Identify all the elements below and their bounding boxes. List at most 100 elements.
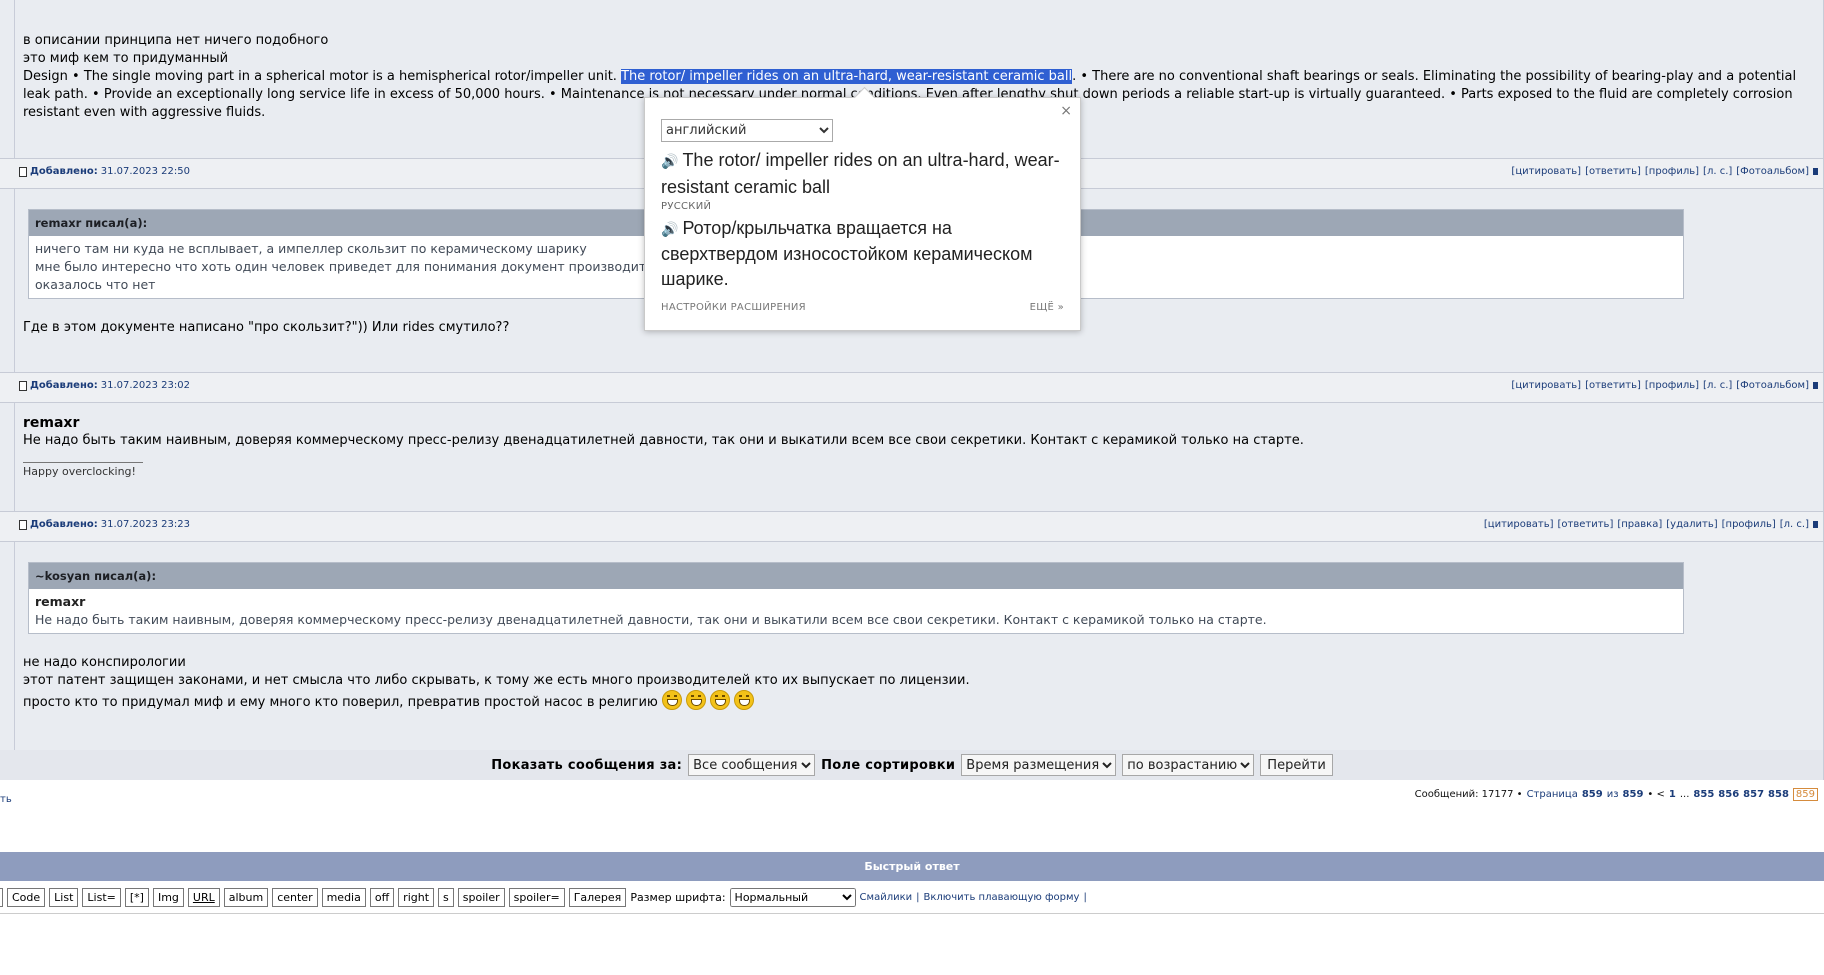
page-link-855[interactable]: 855 [1693, 789, 1714, 800]
post-2-date: 31.07.2023 23:02 [100, 380, 190, 391]
quote-author: ~kosyan писал(а): [29, 563, 1683, 589]
post-2-area: remaxr Не надо быть таким наивным, довер… [0, 403, 1824, 511]
source-language-select[interactable]: английский [661, 119, 833, 142]
more-link[interactable]: ЕЩЁ » [1030, 302, 1064, 313]
page-link-858[interactable]: 858 [1768, 789, 1789, 800]
post-2-meta: Добавлено: 31.07.2023 23:02 [19, 380, 190, 391]
profile-link[interactable]: [профиль] [1645, 380, 1699, 391]
post-2-body: remaxr Не надо быть таким наивным, довер… [23, 414, 1804, 481]
quote-link[interactable]: [цитировать] [1511, 166, 1581, 177]
floating-form-link[interactable]: Включить плавающую форму [924, 892, 1080, 903]
off-button[interactable]: off [369, 887, 395, 907]
post-marker-icon [1813, 521, 1818, 528]
img-button[interactable]: Img [152, 887, 184, 907]
total-pages: 859 [1622, 789, 1644, 800]
page-current-859: 859 [1792, 788, 1818, 801]
page-word: Страница [1526, 789, 1578, 800]
edit-link[interactable]: [правка] [1617, 519, 1662, 530]
post-3-header: Добавлено: 31.07.2023 23:23 [цитировать] … [0, 511, 1824, 542]
close-icon[interactable]: × [1060, 103, 1072, 119]
post-1-date: 31.07.2023 22:50 [100, 166, 190, 177]
quote-link[interactable]: [цитировать] [1511, 380, 1581, 391]
album-link[interactable]: [Фотоальбом] [1736, 380, 1809, 391]
album-link[interactable]: [Фотоальбом] [1736, 166, 1809, 177]
code-button[interactable]: Code [7, 887, 46, 907]
spoiler-eq-button[interactable]: spoiler= [508, 887, 565, 907]
target-language: РУССКИЙ [661, 201, 712, 212]
translation-popup: × английский 🔊 The rotor/ impeller rides … [644, 86, 1081, 331]
delete-link[interactable]: [удалить] [1666, 519, 1717, 530]
album-button[interactable]: album [223, 887, 269, 907]
post-2-actions: [цитировать] [ответить] [профиль] [л. с.… [1511, 380, 1818, 391]
post-2-text: Не надо быть таким наивным, доверяя комм… [23, 433, 1304, 448]
post-3-meta: Добавлено: 31.07.2023 23:23 [19, 519, 190, 530]
url-button[interactable]: URL [187, 887, 220, 907]
sort-field-select[interactable]: Время размещения [961, 754, 1117, 776]
speaker-icon[interactable]: 🔊 [661, 217, 678, 242]
post-3-quote: ~kosyan писал(а): remaxr Не надо быть та… [28, 562, 1684, 634]
reply-link[interactable]: [ответить] [1585, 166, 1641, 177]
post-3-actions: [цитировать] [ответить] [правка] [удалит… [1484, 519, 1818, 530]
pagination: Сообщений: 17177 • Страница 859 из 859 •… [1415, 788, 1818, 801]
post-icon [19, 519, 27, 530]
forum-page: в описании принципа нет ничего подобного… [0, 0, 1824, 975]
smilies-link[interactable]: Смайлики [860, 892, 913, 903]
post-marker-icon [1813, 168, 1818, 175]
quick-reply-title: Быстрый ответ [0, 852, 1824, 881]
font-size-select[interactable]: Нормальный [729, 887, 856, 907]
sort-label: Поле сортировки [821, 757, 956, 773]
pm-link[interactable]: [л. с.] [1780, 519, 1809, 530]
show-period-select[interactable]: Все сообщения [688, 754, 816, 776]
reply-textarea[interactable] [0, 913, 1824, 975]
post-2-author: remaxr [23, 415, 80, 431]
post-3-date: 31.07.2023 23:23 [100, 519, 190, 530]
pm-link[interactable]: [л. с.] [1703, 166, 1732, 177]
current-page: 859 [1581, 789, 1603, 800]
quote-body: remaxr Не надо быть таким наивным, довер… [35, 594, 1267, 627]
extension-settings-link[interactable]: НАСТРОЙКИ РАСШИРЕНИЯ [661, 302, 806, 313]
right-button[interactable]: right [398, 887, 435, 907]
post-marker-icon [1813, 382, 1818, 389]
post-3-line: просто кто то придумал миф и ему много к… [23, 690, 1804, 712]
profile-link[interactable]: [профиль] [1645, 166, 1699, 177]
quote-link[interactable]: [цитировать] [1484, 519, 1554, 530]
grin-emoji-icon [709, 690, 730, 710]
gallery-button[interactable]: Галерея [568, 887, 627, 907]
speaker-icon[interactable]: 🔊 [661, 148, 678, 174]
selected-text[interactable]: The rotor/ impeller rides on an ultra-ha… [621, 69, 1073, 84]
left-link[interactable]: ть [0, 794, 12, 805]
center-button[interactable]: center [272, 887, 318, 907]
list-button[interactable]: List [49, 887, 79, 907]
media-button[interactable]: media [321, 887, 366, 907]
sort-controls: Показать сообщения за: Все сообщения Пол… [0, 750, 1824, 780]
grin-emoji-icon [733, 690, 754, 710]
spoiler-button[interactable]: spoiler [457, 887, 505, 907]
post-1-meta: Добавлено: 31.07.2023 22:50 [19, 166, 190, 177]
post-3-line: не надо конспирологии [23, 655, 186, 670]
post-icon [19, 380, 27, 391]
translated-text: 🔊 Ротор/крыльчатка вращается на сверхтвер… [661, 217, 1033, 289]
source-text: 🔊 The rotor/ impeller rides on an ultra-h… [661, 148, 1060, 197]
page-link-857[interactable]: 857 [1743, 789, 1764, 800]
post-3-area: ~kosyan писал(а): remaxr Не надо быть та… [0, 542, 1824, 750]
signature: Happy overclocking! [23, 465, 136, 478]
sort-order-select[interactable]: по возрастанию [1122, 754, 1255, 776]
font-size-label: Размер шрифта: [630, 890, 726, 904]
post-1-actions: [цитировать] [ответить] [профиль] [л. с.… [1511, 166, 1818, 177]
reply-link[interactable]: [ответить] [1585, 380, 1641, 391]
reply-link[interactable]: [ответить] [1558, 519, 1614, 530]
post-2-header: Добавлено: 31.07.2023 23:02 [цитировать] … [0, 372, 1824, 403]
of-word: из [1606, 789, 1619, 800]
page-link-856[interactable]: 856 [1718, 789, 1739, 800]
list-item-button[interactable]: [*] [124, 887, 149, 907]
strike-button[interactable]: s [438, 887, 454, 907]
post-0-line: это миф кем то придуманный [23, 51, 229, 66]
grin-emoji-icon [661, 690, 682, 710]
post-0-line: в описании принципа нет ничего подобного [23, 33, 329, 48]
profile-link[interactable]: [профиль] [1722, 519, 1776, 530]
toolbar-cut-button[interactable] [0, 887, 3, 907]
list-eq-button[interactable]: List= [82, 887, 121, 907]
go-button[interactable]: Перейти [1260, 754, 1333, 776]
pm-link[interactable]: [л. с.] [1703, 380, 1732, 391]
page-link-1[interactable]: 1 [1669, 789, 1676, 800]
